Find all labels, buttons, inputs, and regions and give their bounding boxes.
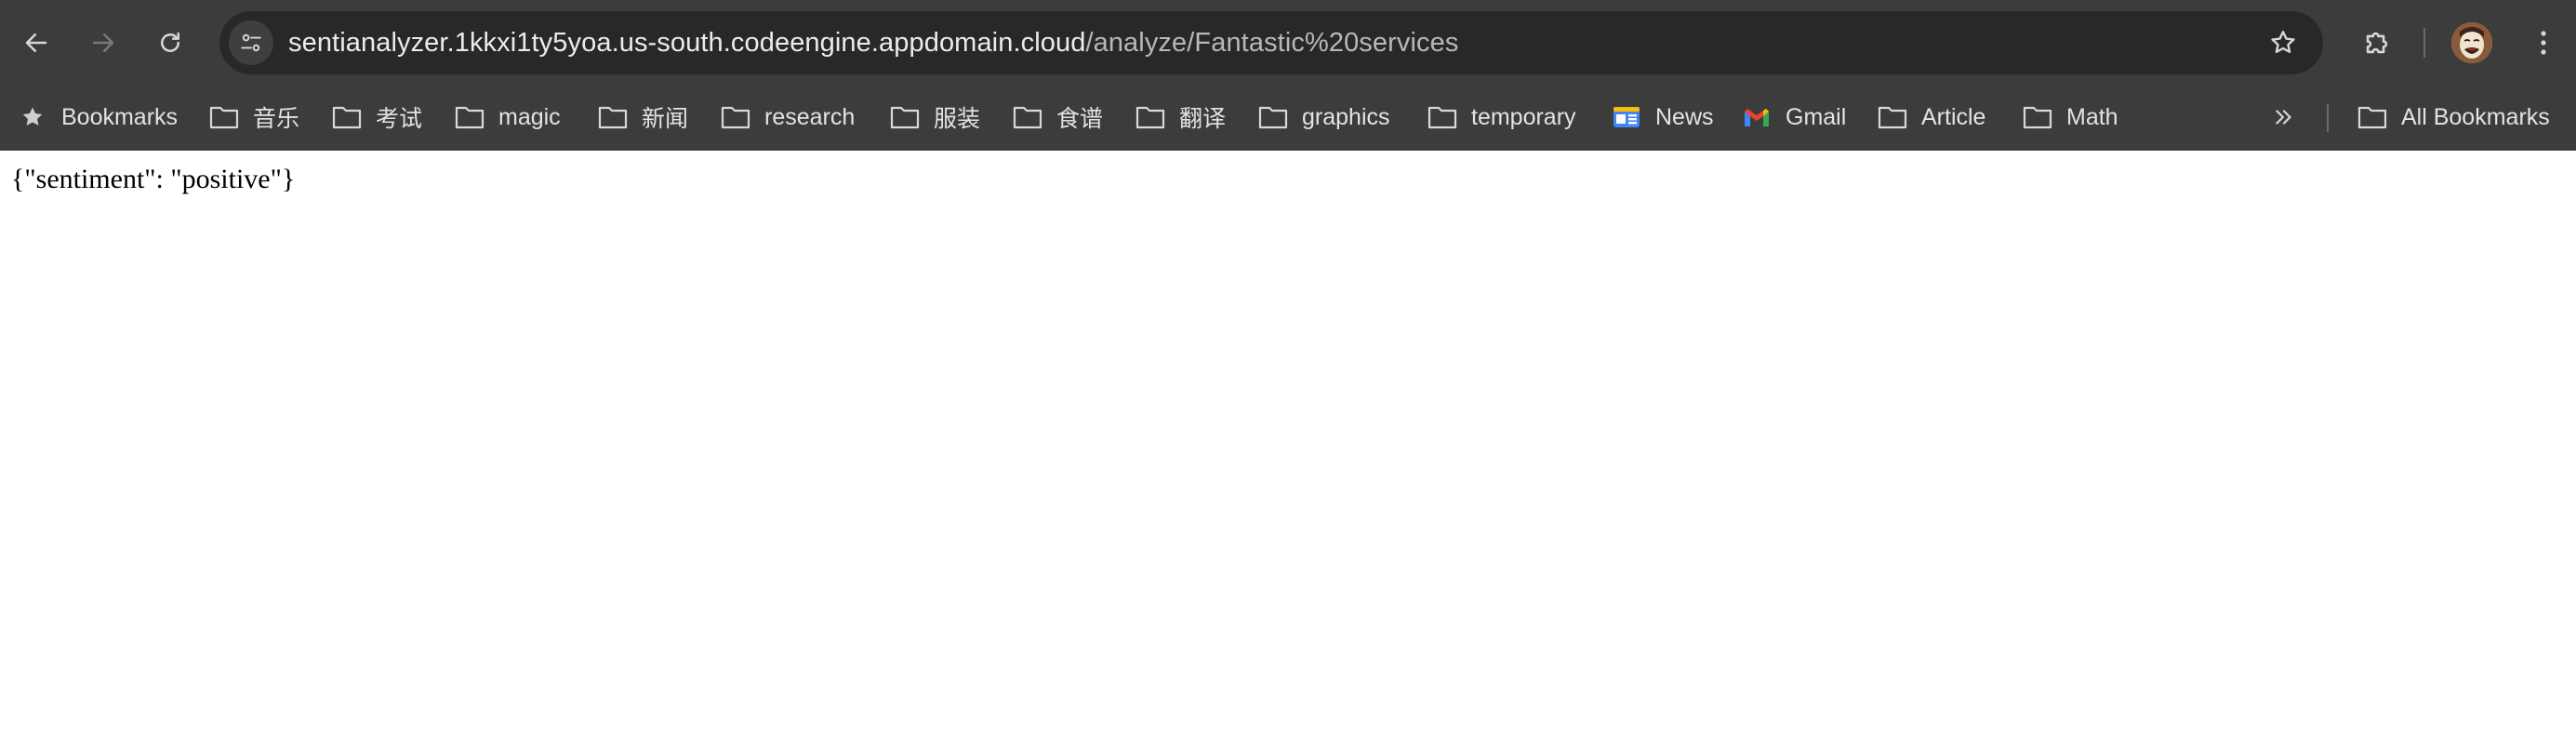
url-host: sentianalyzer.1kkxi1ty5yoa.us-south.code… — [288, 28, 1086, 58]
bookmark-folder-math[interactable]: Math — [2022, 99, 2118, 136]
folder-icon — [1427, 103, 1458, 131]
arrow-left-icon — [25, 33, 47, 52]
json-response-text: {"sentiment": "positive"} — [11, 164, 296, 194]
bookmark-label: 翻译 — [1179, 106, 1227, 132]
bookmark-folder-recipes[interactable]: 食谱 — [1012, 99, 1103, 136]
folder-icon — [1257, 103, 1289, 131]
three-dot-menu-icon — [2541, 31, 2546, 55]
bookmark-label: Math — [2066, 103, 2118, 130]
folder-icon — [2022, 103, 2053, 131]
bookmark-label: research — [764, 103, 856, 130]
folder-icon — [208, 103, 240, 131]
bookmark-label: 食谱 — [1056, 106, 1104, 132]
bookmark-folder-graphics[interactable]: graphics — [1257, 99, 1390, 136]
all-bookmarks-label: All Bookmarks — [2401, 103, 2550, 130]
bookmark-folder-research[interactable]: research — [720, 99, 855, 136]
gmail-icon — [1741, 103, 1773, 131]
bookmark-folder-clothing[interactable]: 服装 — [889, 99, 980, 136]
url-text[interactable]: sentianalyzer.1kkxi1ty5yoa.us-south.code… — [288, 11, 1458, 74]
profile-avatar[interactable] — [2451, 22, 2492, 63]
arrow-right-icon — [92, 33, 114, 52]
bookmark-label: 新闻 — [642, 106, 689, 132]
bookmark-label: News — [1655, 103, 1714, 130]
bookmark-folder-article[interactable]: Article — [1877, 99, 1985, 136]
extensions-button[interactable] — [2355, 20, 2399, 65]
reload-button[interactable] — [149, 21, 192, 64]
folder-icon — [2357, 103, 2388, 131]
back-button[interactable] — [15, 21, 58, 64]
avatar-image-icon — [2451, 22, 2492, 63]
reload-icon — [161, 32, 179, 52]
bookmark-label: magic — [498, 103, 561, 130]
bookmark-label: Article — [1921, 103, 1986, 130]
bookmark-google-news[interactable]: News — [1611, 99, 1714, 136]
url-path: /analyze/Fantastic%20services — [1085, 28, 1459, 58]
bookmark-page-button[interactable] — [2267, 27, 2299, 59]
browser-chrome: sentianalyzer.1kkxi1ty5yoa.us-south.code… — [0, 0, 2576, 151]
bookmarks-bar: Bookmarks 音乐 考试 magic 新闻 research 服装 食谱 … — [0, 86, 2576, 151]
bookmark-item-bookmarks[interactable]: Bookmarks — [17, 99, 178, 136]
bookmarks-overflow-button[interactable] — [2265, 99, 2303, 136]
bookmark-gmail[interactable]: Gmail — [1741, 99, 1846, 136]
tune-icon — [241, 33, 261, 52]
browser-toolbar: sentianalyzer.1kkxi1ty5yoa.us-south.code… — [0, 0, 2576, 86]
bookmark-folder-music[interactable]: 音乐 — [208, 99, 299, 136]
double-chevron-right-icon — [2276, 110, 2291, 125]
bookmark-label: graphics — [1302, 103, 1390, 130]
address-bar[interactable]: sentianalyzer.1kkxi1ty5yoa.us-south.code… — [219, 11, 2323, 74]
site-info-button[interactable] — [229, 20, 273, 65]
folder-icon — [1135, 103, 1166, 131]
bookmark-folder-temporary[interactable]: temporary — [1427, 99, 1576, 136]
star-icon — [17, 103, 48, 131]
folder-icon — [597, 103, 629, 131]
bookmark-folder-translate[interactable]: 翻译 — [1135, 99, 1226, 136]
star-icon — [2271, 31, 2295, 54]
folder-icon — [720, 103, 751, 131]
bookmark-folder-exam[interactable]: 考试 — [331, 99, 422, 136]
folder-icon — [889, 103, 921, 131]
folder-icon — [1877, 103, 1908, 131]
page-content: {"sentiment": "positive"} — [0, 151, 2576, 742]
bookmark-folder-magic[interactable]: magic — [454, 99, 561, 136]
all-bookmarks-button[interactable]: All Bookmarks — [2357, 99, 2550, 136]
google-news-icon — [1611, 103, 1642, 131]
forward-button[interactable] — [82, 21, 125, 64]
bookmarks-divider — [2327, 104, 2329, 132]
folder-icon — [1012, 103, 1043, 131]
bookmark-label: 音乐 — [253, 106, 300, 132]
folder-icon — [454, 103, 485, 131]
bookmark-label: Gmail — [1786, 103, 1847, 130]
browser-menu-button[interactable] — [2522, 20, 2565, 65]
puzzle-icon — [2366, 32, 2388, 54]
bookmark-label: 服装 — [934, 106, 981, 132]
bookmark-folder-news-cn[interactable]: 新闻 — [597, 99, 688, 136]
bookmark-label: Bookmarks — [61, 103, 179, 130]
bookmark-label: 考试 — [376, 106, 423, 132]
toolbar-divider — [2423, 28, 2425, 58]
folder-icon — [331, 103, 363, 131]
bookmark-label: temporary — [1471, 103, 1576, 130]
